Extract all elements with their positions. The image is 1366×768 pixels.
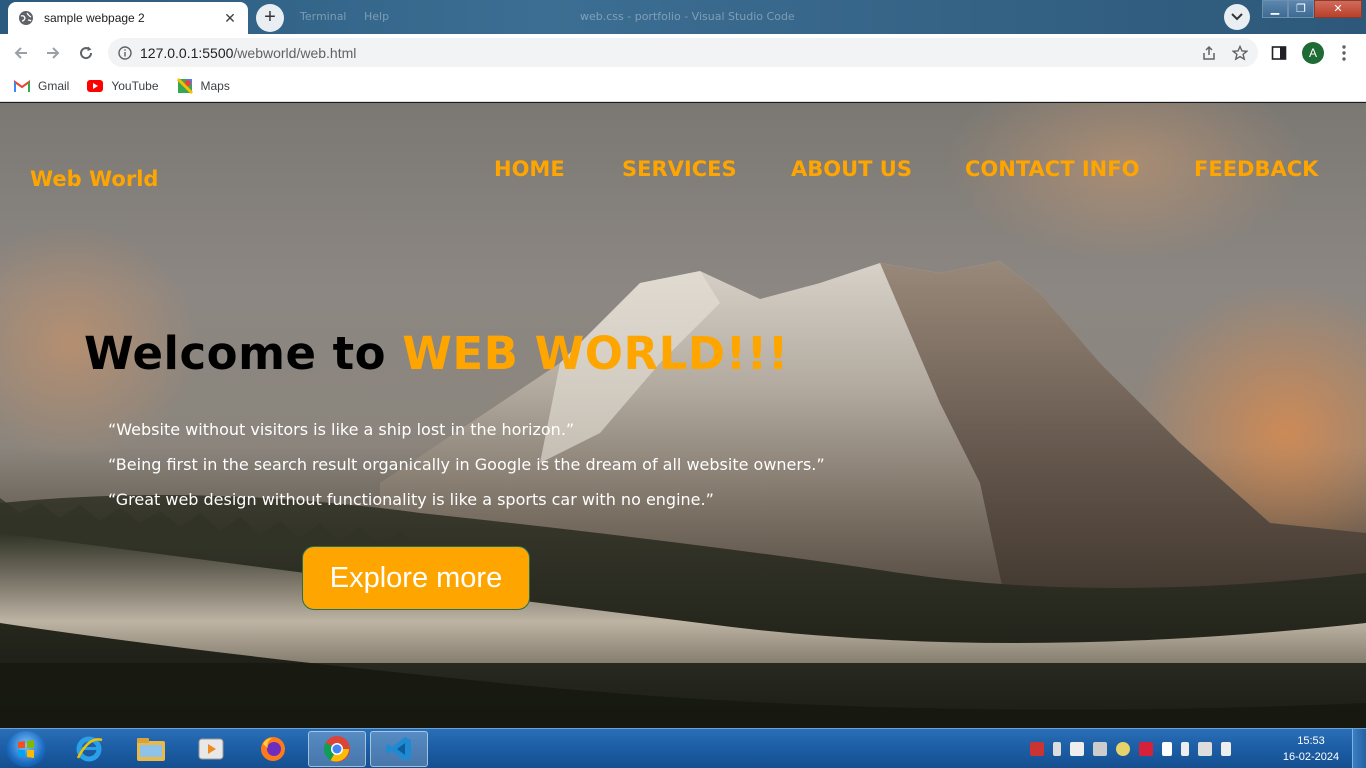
- background-window-menu: Help: [364, 10, 390, 23]
- forward-button[interactable]: [42, 42, 64, 64]
- side-panel-icon: [1271, 46, 1287, 60]
- bookmark-maps[interactable]: Maps: [176, 77, 230, 94]
- youtube-icon: [87, 79, 104, 92]
- background-window-title: web.css - portfolio - Visual Studio Code: [580, 10, 795, 23]
- taskbar-clock[interactable]: 15:53 16-02-2024: [1276, 733, 1346, 765]
- windows-taskbar: 15:53 16-02-2024: [0, 728, 1366, 768]
- tray-app-icon[interactable]: [1116, 742, 1130, 756]
- globe-icon: [19, 11, 33, 25]
- info-icon[interactable]: [118, 45, 132, 60]
- maps-icon: [176, 77, 193, 94]
- volume-icon[interactable]: [1221, 742, 1231, 756]
- clock-time: 15:53: [1297, 735, 1325, 747]
- taskbar-chrome[interactable]: [308, 731, 366, 767]
- taskbar-vscode[interactable]: [370, 731, 428, 767]
- minimize-button[interactable]: ▁: [1262, 0, 1288, 18]
- nav-feedback[interactable]: FEEDBACK: [1194, 157, 1318, 181]
- battery-icon[interactable]: [1181, 742, 1189, 756]
- bookmark-label: YouTube: [111, 78, 159, 93]
- tab-sample-webpage[interactable]: sample webpage 2 ✕: [8, 2, 248, 34]
- nav-contact-info[interactable]: CONTACT INFO: [965, 157, 1139, 181]
- browser-titlebar: Terminal Help web.css - portfolio - Visu…: [0, 0, 1366, 34]
- flag-icon[interactable]: [1162, 742, 1172, 756]
- star-icon: [1232, 45, 1248, 61]
- vscode-icon: [386, 737, 411, 761]
- side-panel-button[interactable]: [1268, 42, 1290, 64]
- window-controls: ▁ ❐ ✕: [1262, 0, 1362, 18]
- chevron-down-icon: [1231, 13, 1243, 21]
- tray-app-icon[interactable]: [1030, 742, 1044, 756]
- tab-title: sample webpage 2: [44, 11, 145, 25]
- arrow-left-icon: [14, 47, 27, 59]
- close-tab-icon[interactable]: ✕: [222, 10, 238, 27]
- snipping-tool-icon[interactable]: [1093, 742, 1107, 756]
- tray-app-icon[interactable]: [1070, 742, 1084, 756]
- gmail-icon: [14, 79, 30, 92]
- background-window-menu: Terminal: [300, 10, 347, 23]
- back-button[interactable]: [10, 42, 32, 64]
- url-text[interactable]: 127.0.0.1:5500/webworld/web.html: [140, 45, 356, 61]
- nav-services[interactable]: SERVICES: [622, 157, 737, 181]
- taskbar-firefox[interactable]: [244, 731, 302, 767]
- system-tray: [1030, 739, 1240, 759]
- internet-explorer-icon: [76, 736, 103, 762]
- show-desktop-button[interactable]: [1352, 729, 1366, 768]
- clock-date: 16-02-2024: [1282, 751, 1340, 763]
- media-player-icon: [198, 738, 224, 760]
- file-explorer-icon: [137, 738, 165, 761]
- url-host: 127.0.0.1:5500: [140, 44, 234, 61]
- new-tab-button[interactable]: +: [256, 4, 284, 32]
- bookmarks-bar: Gmail YouTube Maps: [0, 70, 1366, 102]
- taskbar-file-explorer[interactable]: [122, 731, 180, 767]
- explore-more-button[interactable]: Explore more: [302, 546, 530, 610]
- maximize-button[interactable]: ❐: [1288, 0, 1314, 18]
- quote: “Website without visitors is like a ship…: [108, 420, 575, 439]
- bookmark-gmail[interactable]: Gmail: [14, 79, 69, 93]
- firefox-icon: [261, 737, 285, 761]
- bookmark-label: Maps: [200, 78, 230, 93]
- address-bar[interactable]: 127.0.0.1:5500/webworld/web.html: [108, 38, 1258, 67]
- nav-home[interactable]: HOME: [494, 157, 565, 181]
- webpage-viewport: Web World HOME SERVICES ABOUT US CONTACT…: [0, 103, 1366, 728]
- windows-logo-icon: [18, 740, 34, 758]
- chrome-icon: [323, 736, 350, 762]
- browser-menu-button[interactable]: [1333, 42, 1355, 64]
- close-window-button[interactable]: ✕: [1314, 0, 1362, 18]
- hero-title-lead: Welcome to: [84, 327, 403, 380]
- url-path: /webworld/web.html: [233, 44, 357, 61]
- bookmark-label: Gmail: [38, 78, 70, 93]
- profile-avatar[interactable]: A: [1302, 42, 1324, 64]
- reload-button[interactable]: [75, 42, 97, 64]
- hero-title: Welcome to WEB WORLD!!!: [84, 327, 789, 380]
- mountain-background-image: [0, 261, 1366, 728]
- site-nav: HOME SERVICES ABOUT US CONTACT INFO FEED…: [0, 157, 1366, 187]
- arrow-right-icon: [47, 47, 60, 59]
- nav-about-us[interactable]: ABOUT US: [791, 157, 912, 181]
- hero-title-accent: WEB WORLD!!!: [402, 327, 789, 380]
- bookmark-star-button[interactable]: [1229, 42, 1251, 64]
- quote: “Being first in the search result organi…: [108, 455, 825, 474]
- taskbar-media-player[interactable]: [182, 731, 240, 767]
- browser-toolbar: 127.0.0.1:5500/webworld/web.html A: [0, 34, 1366, 70]
- tab-search-button[interactable]: [1224, 4, 1250, 30]
- share-icon: [1203, 45, 1215, 60]
- taskbar-internet-explorer[interactable]: [60, 731, 118, 767]
- share-button[interactable]: [1198, 42, 1220, 64]
- quote: “Great web design without functionality …: [108, 490, 714, 509]
- tray-app-icon[interactable]: [1139, 742, 1153, 756]
- network-icon[interactable]: [1198, 742, 1212, 756]
- start-button[interactable]: [6, 731, 46, 767]
- reload-icon: [80, 46, 93, 60]
- bluetooth-icon[interactable]: [1053, 742, 1061, 756]
- bookmark-youtube[interactable]: YouTube: [87, 78, 159, 93]
- more-vert-icon: [1342, 45, 1346, 61]
